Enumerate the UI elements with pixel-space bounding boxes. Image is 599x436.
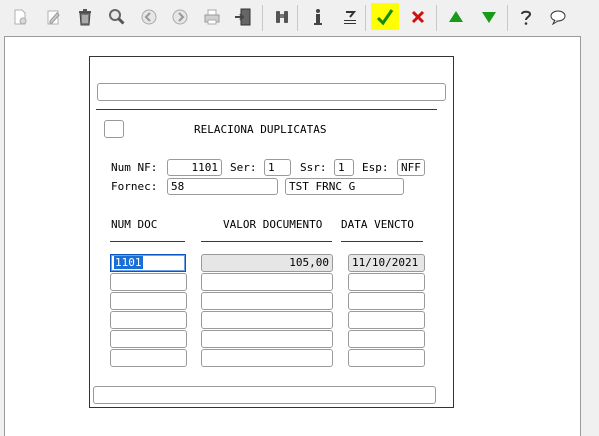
chat-icon[interactable] — [546, 5, 570, 29]
next-icon[interactable] — [168, 5, 192, 29]
edit-icon[interactable] — [41, 5, 65, 29]
toolbar — [0, 0, 599, 35]
title-separator — [96, 109, 437, 110]
select-checkbox[interactable] — [104, 120, 124, 138]
ser-field[interactable]: 1 — [264, 159, 291, 176]
toolbar-separator — [436, 5, 437, 31]
confirm-check-icon[interactable] — [371, 3, 399, 30]
esp-field[interactable]: NFF — [397, 159, 425, 176]
help-icon[interactable] — [514, 5, 538, 29]
num-nf-field[interactable]: 1101 — [167, 159, 222, 176]
fornec-code-field[interactable]: 58 — [167, 178, 278, 195]
fornec-name-field[interactable]: TST FRNC G — [285, 178, 404, 195]
ser-label: Ser: — [230, 161, 257, 174]
toolbar-separator — [262, 5, 263, 31]
valor-cell[interactable]: 105,00 — [201, 254, 333, 272]
valor-cell[interactable] — [201, 311, 333, 329]
binoculars-icon[interactable] — [270, 5, 294, 29]
new-icon[interactable] — [8, 5, 32, 29]
col-header-data-vencto: DATA VENCTO — [341, 218, 414, 231]
tools-icon[interactable] — [338, 5, 362, 29]
num-doc-cell[interactable] — [110, 292, 187, 310]
col-underline-data — [341, 241, 423, 242]
search-icon[interactable] — [105, 5, 129, 29]
down-arrow-icon[interactable] — [477, 5, 501, 29]
toolbar-separator — [365, 5, 366, 31]
data-vencto-cell[interactable]: 11/10/2021 — [348, 254, 425, 272]
col-header-num-doc: NUM DOC — [111, 218, 158, 231]
top-text-field[interactable] — [97, 83, 446, 101]
col-header-valor-documento: VALOR DOCUMENTO — [223, 218, 323, 231]
data-vencto-cell[interactable] — [348, 330, 425, 348]
data-vencto-cell[interactable] — [348, 349, 425, 367]
col-underline-num-doc — [110, 241, 185, 242]
num-doc-cell[interactable]: 1101 — [110, 254, 186, 272]
valor-cell[interactable] — [201, 330, 333, 348]
fornec-label: Fornec: — [111, 180, 158, 193]
exit-icon[interactable] — [231, 5, 255, 29]
cancel-x-icon[interactable] — [406, 5, 430, 29]
bottom-text-field[interactable] — [93, 386, 436, 404]
up-arrow-icon[interactable] — [444, 5, 468, 29]
num-doc-cell[interactable] — [110, 273, 187, 291]
valor-cell[interactable] — [201, 349, 333, 367]
num-doc-cell[interactable] — [110, 330, 187, 348]
toolbar-separator — [297, 5, 298, 31]
data-vencto-cell[interactable] — [348, 311, 425, 329]
duplicatas-form: RELACIONA DUPLICATAS Num NF: 1101 Ser: 1… — [89, 56, 454, 408]
form-title: RELACIONA DUPLICATAS — [194, 123, 327, 136]
num-nf-label: Num NF: — [111, 161, 158, 174]
num-doc-cell[interactable] — [110, 349, 187, 367]
trash-icon[interactable] — [73, 5, 97, 29]
num-doc-cell[interactable] — [110, 311, 187, 329]
info-icon[interactable] — [306, 5, 330, 29]
ssr-label: Ssr: — [300, 161, 327, 174]
data-vencto-cell[interactable] — [348, 273, 425, 291]
valor-cell[interactable] — [201, 292, 333, 310]
esp-label: Esp: — [362, 161, 389, 174]
ssr-field[interactable]: 1 — [334, 159, 354, 176]
valor-cell[interactable] — [201, 273, 333, 291]
print-icon[interactable] — [200, 5, 224, 29]
prev-icon[interactable] — [137, 5, 161, 29]
col-underline-valor — [201, 241, 332, 242]
data-vencto-cell[interactable] — [348, 292, 425, 310]
toolbar-separator — [507, 5, 508, 31]
